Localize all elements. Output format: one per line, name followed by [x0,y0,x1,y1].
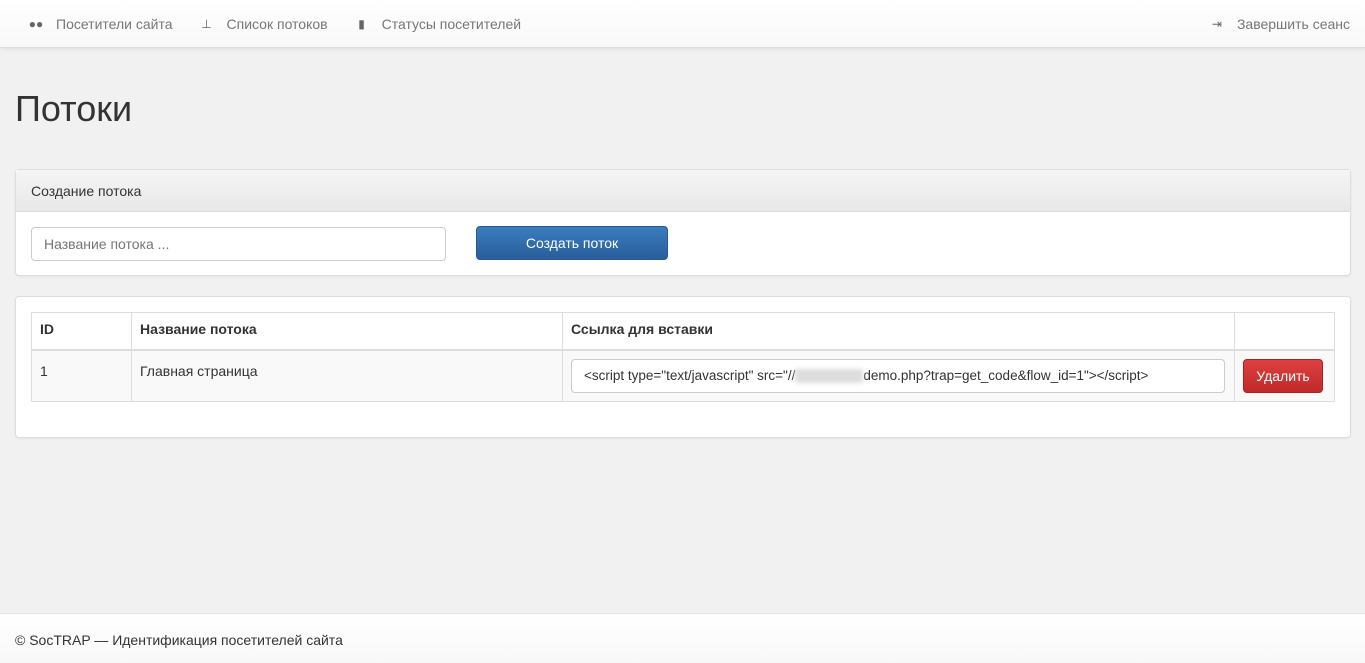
panel-heading: Создание потока [16,170,1350,212]
sign-out-icon: ⇥ [1211,16,1222,31]
flows-panel: ID Название потока Ссылка для вставки 1 … [15,296,1351,438]
flow-name-input[interactable] [31,227,446,261]
header-id: ID [31,312,132,351]
create-flow-panel: Создание потока Создать поток [15,169,1351,276]
users-icon: ●● [28,16,44,31]
table-row: 1 Главная страница <script type="text/ja… [31,349,1335,402]
sitemap-icon: ⊥ [201,16,212,31]
header-code: Ссылка для вставки [562,312,1235,351]
footer: © SocTRAP — Идентификация посетителей са… [0,613,1365,663]
flows-table: ID Название потока Ссылка для вставки 1 … [31,312,1335,402]
logout-link[interactable]: ⇥ Завершить сеанс [1211,16,1350,32]
bookmark-icon: ▮ [358,16,365,31]
delete-button[interactable]: Удалить [1243,358,1323,393]
header-name: Название потока [131,312,563,351]
top-navbar: ●● Посетители сайта ⊥ Список потоков ▮ Стат… [0,0,1365,48]
header-actions [1234,312,1335,351]
create-flow-button[interactable]: Создать поток [476,226,668,260]
cell-name: Главная страница [131,349,563,402]
page-title: Потоки [15,88,133,129]
embed-code-field[interactable]: <script type="text/javascript" src="//de… [571,358,1225,393]
nav-visitors[interactable]: ●● Посетители сайта [28,16,173,32]
redacted-domain [795,368,864,383]
nav-statuses[interactable]: ▮ Статусы посетителей [356,16,521,32]
cell-id: 1 [31,349,132,402]
nav-flows[interactable]: ⊥ Список потоков [201,16,327,32]
